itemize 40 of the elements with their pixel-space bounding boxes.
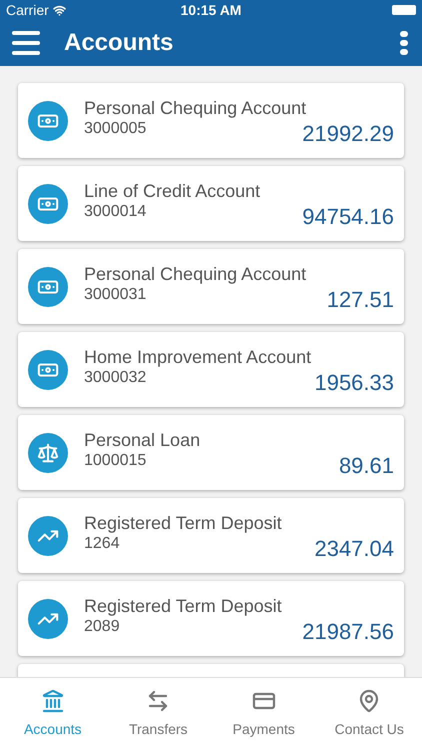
account-card[interactable]: Personal Chequing Account 3000005 21992.29 [18, 83, 404, 158]
more-options-button[interactable] [400, 31, 408, 55]
account-number: 1000015 [84, 451, 146, 471]
account-balance: 94754.16 [302, 204, 394, 230]
account-card[interactable]: Line of Credit Account 3000014 94754.16 [18, 166, 404, 241]
account-balance: 127.51 [326, 287, 394, 313]
tab-item[interactable]: Transfers [106, 678, 211, 750]
account-number: 1264 [84, 534, 120, 554]
account-balance: 2347.04 [314, 536, 394, 562]
account-card[interactable]: Registered Term Deposit 2089 21987.56 [18, 581, 404, 656]
page-title: Accounts [64, 28, 174, 58]
account-name: Registered Term Deposit [84, 595, 283, 617]
account-card[interactable]: Home Improvement Account 3000032 1956.33 [18, 332, 404, 407]
scale-icon [37, 442, 59, 464]
account-name: Line of Credit Account [84, 180, 262, 202]
bank-icon [40, 688, 65, 712]
account-balance: 1956.33 [314, 370, 394, 396]
account-number: 3000032 [84, 368, 146, 388]
account-number: 2089 [84, 617, 120, 637]
account-balance: 21987.56 [302, 619, 394, 645]
account-balance: 89.61 [338, 453, 394, 479]
account-name: Registered Term Deposit [84, 512, 283, 534]
menu-button[interactable] [12, 31, 40, 55]
wifi-icon [52, 4, 66, 16]
tab-item[interactable]: Payments [211, 678, 316, 750]
tab-item[interactable]: Contact Us [316, 678, 422, 750]
account-number: 3000014 [84, 202, 146, 222]
account-balance: 21992.29 [302, 121, 394, 147]
account-name: Personal Loan [84, 429, 202, 451]
account-card[interactable]: Registered Term Deposit 1264 2347.04 [18, 498, 404, 573]
account-name: Personal Chequing Account [84, 97, 308, 119]
account-number: 3000005 [84, 119, 146, 139]
account-name: Home Improvement Account [84, 346, 312, 368]
carrier-label: Carrier [6, 0, 49, 20]
account-name: Personal Chequing Account [84, 263, 308, 285]
status-time: 10:15 AM [180, 0, 242, 20]
account-number: 3000031 [84, 285, 146, 305]
account-card[interactable]: Personal Chequing Account 3000031 127.51 [18, 249, 404, 324]
battery-icon [392, 5, 416, 15]
account-card[interactable]: Personal Loan 1000015 89.61 [18, 415, 404, 490]
